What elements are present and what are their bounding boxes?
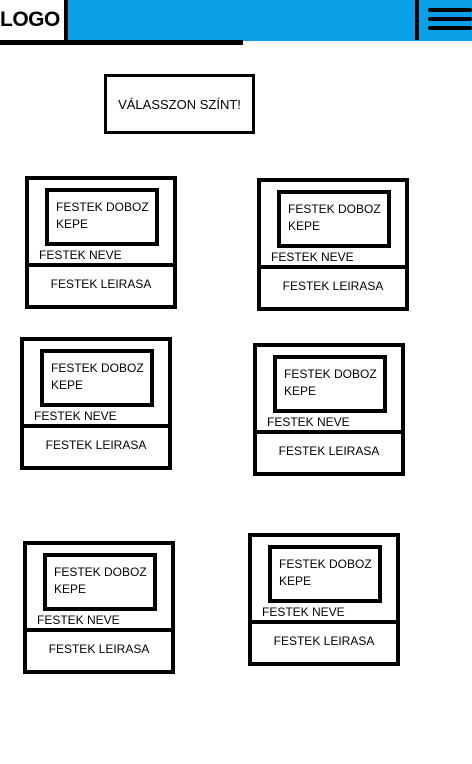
- image-placeholder-label: FESTEK DOBOZ KEPE: [279, 557, 372, 588]
- card-divider: [29, 263, 173, 267]
- logo-text: LOGO: [0, 8, 60, 31]
- image-placeholder-label: FESTEK DOBOZ KEPE: [56, 200, 149, 231]
- paint-card[interactable]: FESTEK DOBOZ KEPE FESTEK NEVE FESTEK LEI…: [248, 533, 400, 666]
- paint-description: FESTEK LEIRASA: [50, 277, 152, 291]
- card-divider: [261, 265, 405, 269]
- paint-card[interactable]: FESTEK DOBOZ KEPE FESTEK NEVE FESTEK LEI…: [23, 541, 175, 674]
- paint-can-image: FESTEK DOBOZ KEPE: [45, 188, 159, 246]
- paint-name: FESTEK NEVE: [267, 415, 350, 429]
- header-divider: [0, 40, 243, 45]
- logo[interactable]: LOGO: [0, 0, 68, 40]
- image-placeholder-label: FESTEK DOBOZ KEPE: [51, 361, 144, 392]
- image-placeholder-label: FESTEK DOBOZ KEPE: [288, 202, 381, 233]
- paint-name: FESTEK NEVE: [39, 248, 122, 262]
- card-divider: [252, 620, 396, 624]
- paint-name: FESTEK NEVE: [37, 613, 120, 627]
- menu-line: [428, 8, 472, 12]
- paint-description: FESTEK LEIRASA: [278, 444, 380, 458]
- paint-name: FESTEK NEVE: [271, 250, 354, 264]
- image-placeholder-label: FESTEK DOBOZ KEPE: [284, 367, 377, 398]
- menu-line: [428, 26, 472, 30]
- paint-can-image: FESTEK DOBOZ KEPE: [268, 545, 382, 603]
- paint-can-image: FESTEK DOBOZ KEPE: [273, 355, 387, 413]
- paint-description: FESTEK LEIRASA: [45, 438, 147, 452]
- paint-card[interactable]: FESTEK DOBOZ KEPE FESTEK NEVE FESTEK LEI…: [20, 337, 172, 470]
- paint-name: FESTEK NEVE: [262, 605, 345, 619]
- paint-can-image: FESTEK DOBOZ KEPE: [43, 553, 157, 611]
- paint-name: FESTEK NEVE: [34, 409, 117, 423]
- paint-card[interactable]: FESTEK DOBOZ KEPE FESTEK NEVE FESTEK LEI…: [257, 178, 409, 311]
- card-divider: [27, 628, 171, 632]
- page-title: VÁLASSZON SZÍNT!: [104, 74, 255, 134]
- paint-card[interactable]: FESTEK DOBOZ KEPE FESTEK NEVE FESTEK LEI…: [253, 343, 405, 476]
- menu-separator: [415, 0, 419, 40]
- app-header: LOGO: [0, 0, 472, 45]
- hamburger-menu-icon[interactable]: [422, 5, 472, 33]
- card-divider: [257, 430, 401, 434]
- paint-description: FESTEK LEIRASA: [48, 642, 150, 656]
- header-bar: [68, 0, 472, 41]
- image-placeholder-label: FESTEK DOBOZ KEPE: [54, 565, 147, 596]
- paint-can-image: FESTEK DOBOZ KEPE: [277, 190, 391, 248]
- card-divider: [24, 424, 168, 428]
- paint-description: FESTEK LEIRASA: [273, 634, 375, 648]
- paint-can-image: FESTEK DOBOZ KEPE: [40, 349, 154, 407]
- paint-card[interactable]: FESTEK DOBOZ KEPE FESTEK NEVE FESTEK LEI…: [25, 176, 177, 309]
- menu-line: [428, 17, 472, 21]
- paint-description: FESTEK LEIRASA: [282, 279, 384, 293]
